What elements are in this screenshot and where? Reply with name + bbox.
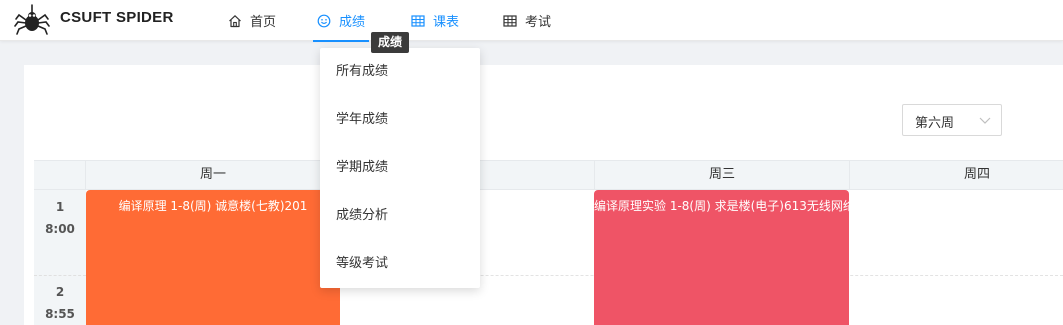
period-column: 1 8:00 2 8:55 (34, 190, 86, 325)
menu-item-term-grades[interactable]: 学期成绩 (320, 144, 480, 192)
nav-home[interactable]: 首页 (228, 0, 276, 41)
schedule-header-row: 周一 周二 周三 周四 (34, 160, 1063, 190)
menu-item-level-exams[interactable]: 等级考试 (320, 240, 480, 288)
period-time: 8:55 (45, 307, 75, 321)
day-header-monday: 周一 (199, 167, 226, 182)
nav-grades-label: 成绩 (339, 15, 366, 30)
row-divider (34, 275, 86, 276)
course-block[interactable]: 编译原理 1-8(周) 诚意楼(七教)201 (86, 190, 340, 325)
day-header-wednesday: 周三 (708, 167, 735, 182)
period-time: 8:00 (45, 222, 75, 236)
course-block[interactable]: 编译原理实验 1-8(周) 求是楼(电子)613无线网络 (594, 190, 849, 325)
nav-exam[interactable]: 考试 (503, 0, 551, 41)
nav-grades[interactable]: 成绩 (312, 0, 370, 42)
nav-schedule[interactable]: 课表 (411, 0, 459, 41)
menu-item-grade-analysis[interactable]: 成绩分析 (320, 192, 480, 240)
period-number: 1 (55, 200, 65, 214)
day-header-thursday: 周四 (963, 167, 990, 182)
menu-item-year-grades[interactable]: 学年成绩 (320, 96, 480, 144)
nav-schedule-label: 课表 (433, 15, 460, 30)
table-icon (503, 14, 517, 27)
smile-icon (317, 14, 331, 27)
week-select-value: 第六周 (915, 116, 955, 131)
nav-tooltip: 成绩 (371, 32, 409, 53)
menu-item-all-grades[interactable]: 所有成绩 (320, 48, 480, 96)
chevron-down-icon (979, 117, 991, 124)
table-icon (411, 14, 425, 27)
spider-logo-icon[interactable] (14, 4, 50, 38)
nav-exam-label: 考试 (525, 15, 552, 30)
home-icon (229, 14, 241, 27)
grades-dropdown-menu: 所有成绩 学年成绩 学期成绩 成绩分析 等级考试 (320, 48, 480, 288)
top-navbar: CSUFT SPIDER 首页 成绩 课表 考试 (0, 0, 1063, 42)
period-number: 2 (55, 285, 65, 299)
nav-home-label: 首页 (250, 15, 277, 30)
brand-title[interactable]: CSUFT SPIDER (60, 9, 174, 26)
week-select[interactable]: 第六周 (902, 104, 1002, 136)
